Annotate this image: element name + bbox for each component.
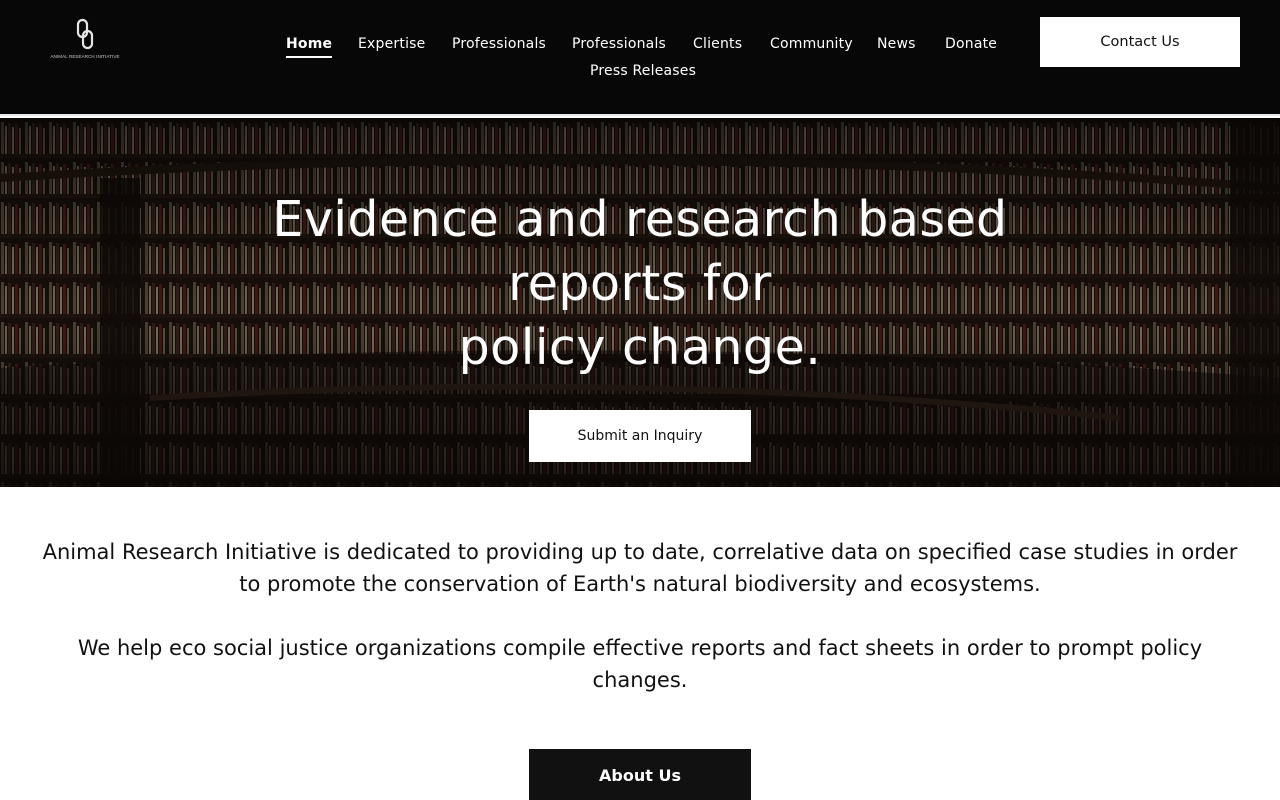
nav-donate[interactable]: Donate xyxy=(945,36,997,52)
logo-wordmark: ANIMAL RESEARCH INITIATIVE xyxy=(50,54,120,59)
intro-section: Animal Research Initiative is dedicated … xyxy=(30,536,1250,696)
nav-home[interactable]: Home xyxy=(286,36,333,58)
hero-title-line-1: Evidence and research based xyxy=(272,191,1008,248)
nav-professionals[interactable]: Professionals xyxy=(452,36,546,52)
nav-community[interactable]: Community xyxy=(770,36,853,52)
hero-title-line-3: policy change. xyxy=(458,319,822,376)
chain-link-logo-icon xyxy=(76,18,94,50)
nav-press-releases[interactable]: Press Releases xyxy=(590,63,696,79)
site-header: ANIMAL RESEARCH INITIATIVE Home Expertis… xyxy=(0,0,1280,116)
nav-professionals-2[interactable]: Professionals xyxy=(572,36,666,52)
submit-inquiry-button[interactable]: Submit an Inquiry xyxy=(529,410,751,462)
main-nav: Home Expertise Professionals Professiona… xyxy=(270,36,1010,96)
nav-clients[interactable]: Clients xyxy=(693,36,742,52)
site-logo[interactable]: ANIMAL RESEARCH INITIATIVE xyxy=(42,18,128,64)
nav-news[interactable]: News xyxy=(877,36,916,52)
contact-us-button[interactable]: Contact Us xyxy=(1040,17,1240,67)
nav-expertise[interactable]: Expertise xyxy=(358,36,425,52)
intro-paragraph-services: We help eco social justice organizations… xyxy=(77,636,1203,692)
intro-paragraph-mission: Animal Research Initiative is dedicated … xyxy=(42,540,1238,596)
hero-title-line-2: reports for xyxy=(508,255,772,312)
about-us-button[interactable]: About Us xyxy=(529,749,751,800)
hero-section: Evidence and research based reports for … xyxy=(0,118,1280,487)
hero-title: Evidence and research based reports for … xyxy=(240,188,1040,380)
